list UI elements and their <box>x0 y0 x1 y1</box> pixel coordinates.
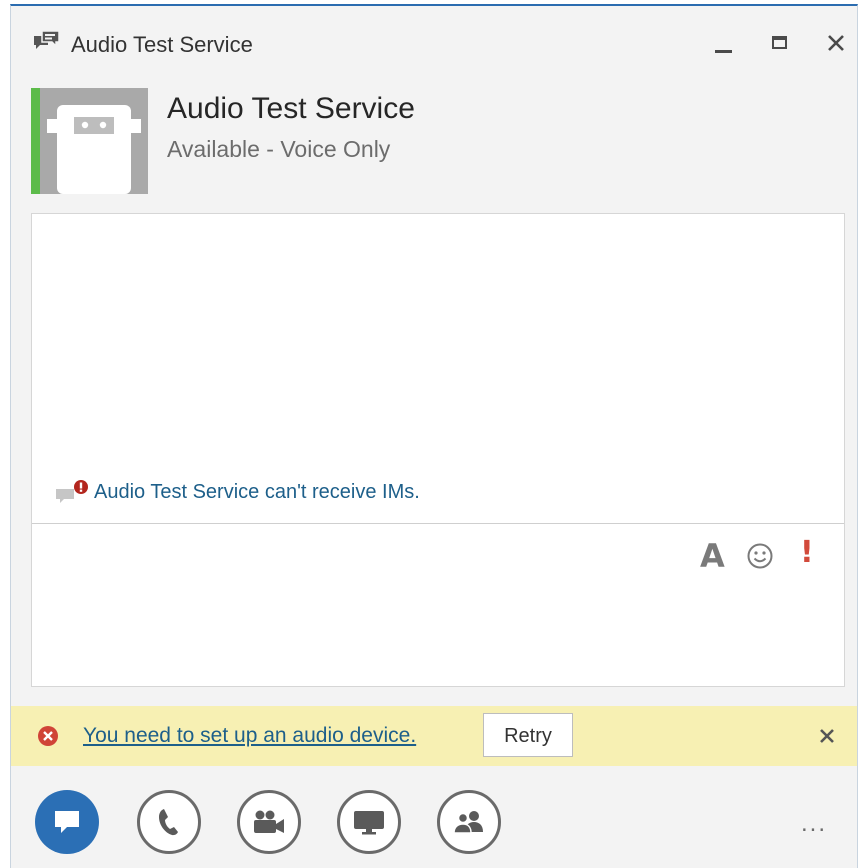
robot-avatar-icon <box>40 88 148 194</box>
contact-name: Audio Test Service <box>167 92 415 125</box>
error-icon <box>37 725 59 747</box>
minimize-button[interactable] <box>705 26 739 60</box>
video-button[interactable] <box>237 790 301 854</box>
im-notice-text: Audio Test Service can't receive IMs. <box>94 481 420 503</box>
setup-audio-device-link[interactable]: You need to set up an audio device. <box>83 724 416 748</box>
phone-icon <box>159 809 178 836</box>
contact-header: Audio Test Service Available - Voice Onl… <box>11 88 857 198</box>
close-icon <box>820 729 834 743</box>
presence-indicator <box>31 88 40 194</box>
conversation-window: Audio Test Service Audio Test Service Av… <box>10 4 858 868</box>
im-button[interactable] <box>35 790 99 854</box>
maximize-button[interactable] <box>763 26 797 60</box>
video-camera-icon <box>254 810 284 833</box>
dismiss-alert-button[interactable] <box>817 726 837 746</box>
title-bar: Audio Test Service <box>11 20 857 68</box>
audio-alert-bar: You need to set up an audio device. Retr… <box>11 706 857 766</box>
conversation-pane: Audio Test Service can't receive IMs. A … <box>31 213 845 687</box>
minimize-icon <box>715 50 732 53</box>
retry-button[interactable]: Retry <box>483 713 573 757</box>
contact-status: Available - Voice Only <box>167 136 391 162</box>
close-icon <box>828 35 844 51</box>
participants-button[interactable] <box>437 790 501 854</box>
message-compose-area[interactable]: A ! <box>32 524 844 686</box>
present-screen-icon <box>354 811 384 835</box>
people-icon <box>453 811 483 834</box>
font-icon[interactable]: A <box>700 540 725 572</box>
more-options-button[interactable]: ... <box>801 810 827 838</box>
im-app-icon <box>33 30 61 56</box>
window-title: Audio Test Service <box>71 32 253 57</box>
im-icon <box>55 811 79 833</box>
conversation-toolbar: ... <box>11 770 857 868</box>
present-button[interactable] <box>337 790 401 854</box>
call-button[interactable] <box>137 790 201 854</box>
im-unavailable-icon <box>54 479 90 505</box>
close-button[interactable] <box>819 26 853 60</box>
avatar[interactable] <box>40 88 148 194</box>
high-importance-icon[interactable]: ! <box>800 538 814 568</box>
emoticon-icon[interactable] <box>746 542 774 575</box>
maximize-icon <box>772 36 787 49</box>
